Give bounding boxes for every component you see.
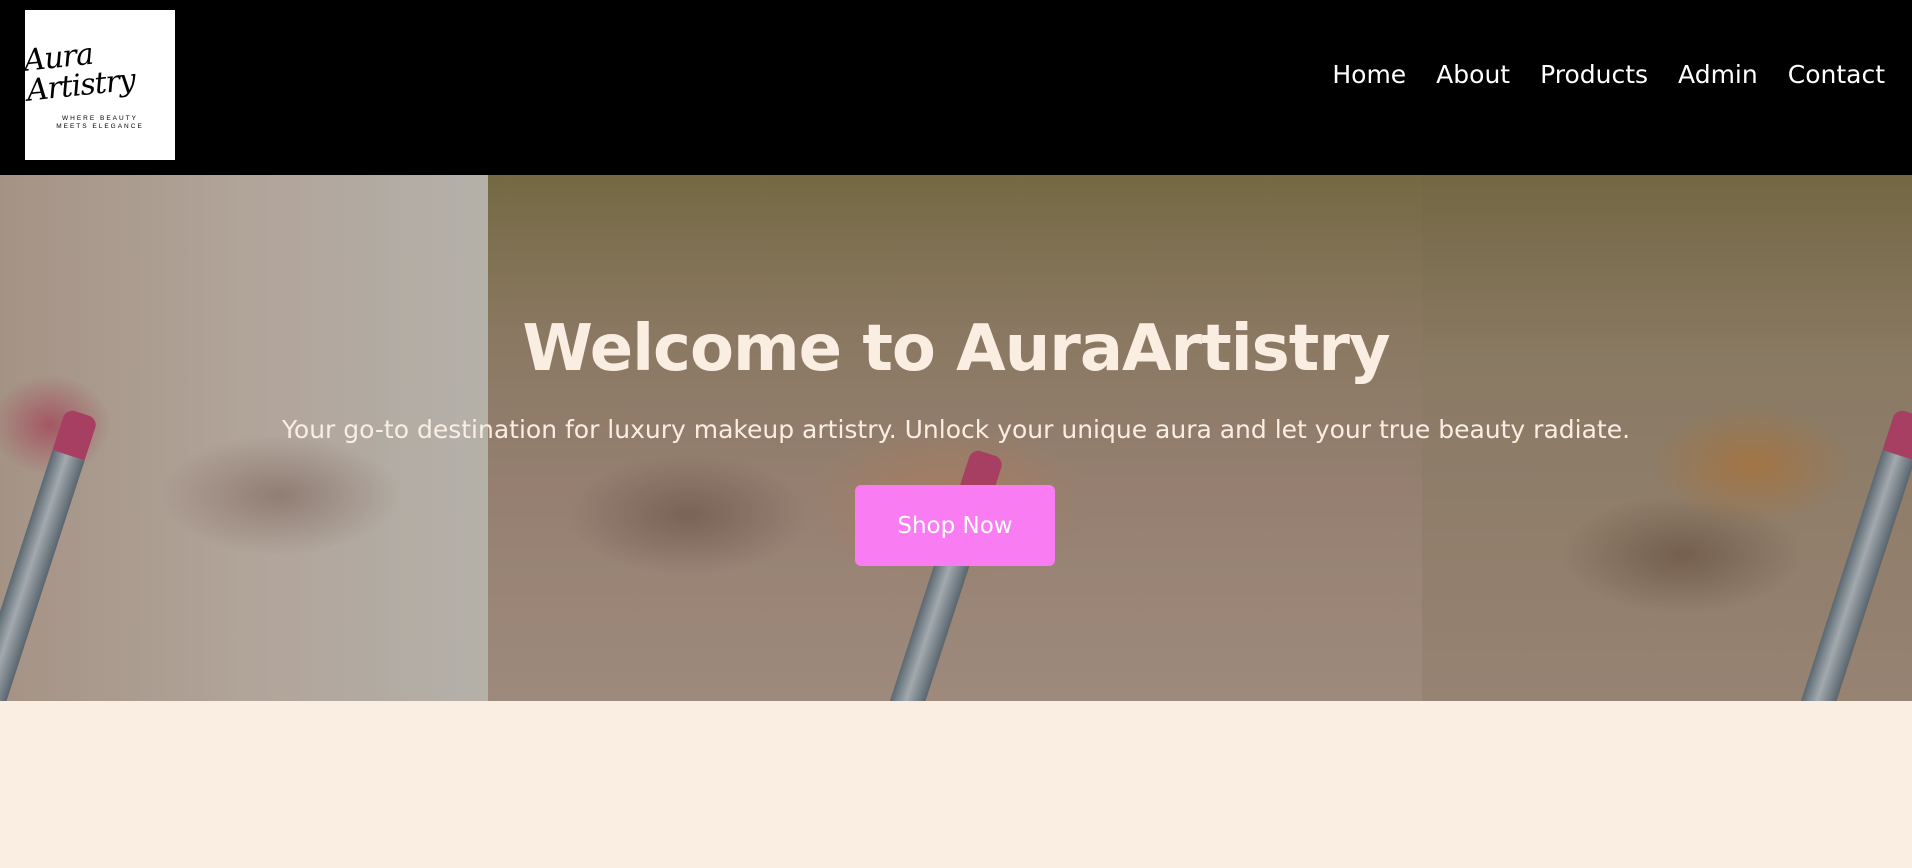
logo-wordmark: Aura Artistry	[21, 36, 137, 109]
hero-subtitle: Your go-to destination for luxury makeup…	[281, 415, 1631, 444]
brand-logo[interactable]: Aura Artistry WHERE BEAUTY MEETS ELEGANC…	[21, 10, 175, 160]
shop-now-button[interactable]: Shop Now	[855, 485, 1055, 566]
nav-link-products[interactable]: Products	[1540, 60, 1648, 89]
nav-link-contact[interactable]: Contact	[1788, 60, 1885, 89]
nav-link-admin[interactable]: Admin	[1678, 60, 1758, 89]
logo-tagline: WHERE BEAUTY MEETS ELEGANCE	[56, 114, 144, 130]
site-header: Aura Artistry WHERE BEAUTY MEETS ELEGANC…	[0, 0, 1912, 175]
main-nav: Home About Products Admin Contact	[1332, 56, 1912, 92]
nav-link-home[interactable]: Home	[1332, 60, 1406, 89]
nav-link-about[interactable]: About	[1436, 60, 1510, 89]
hero-title: Welcome to AuraArtistry	[522, 312, 1390, 386]
